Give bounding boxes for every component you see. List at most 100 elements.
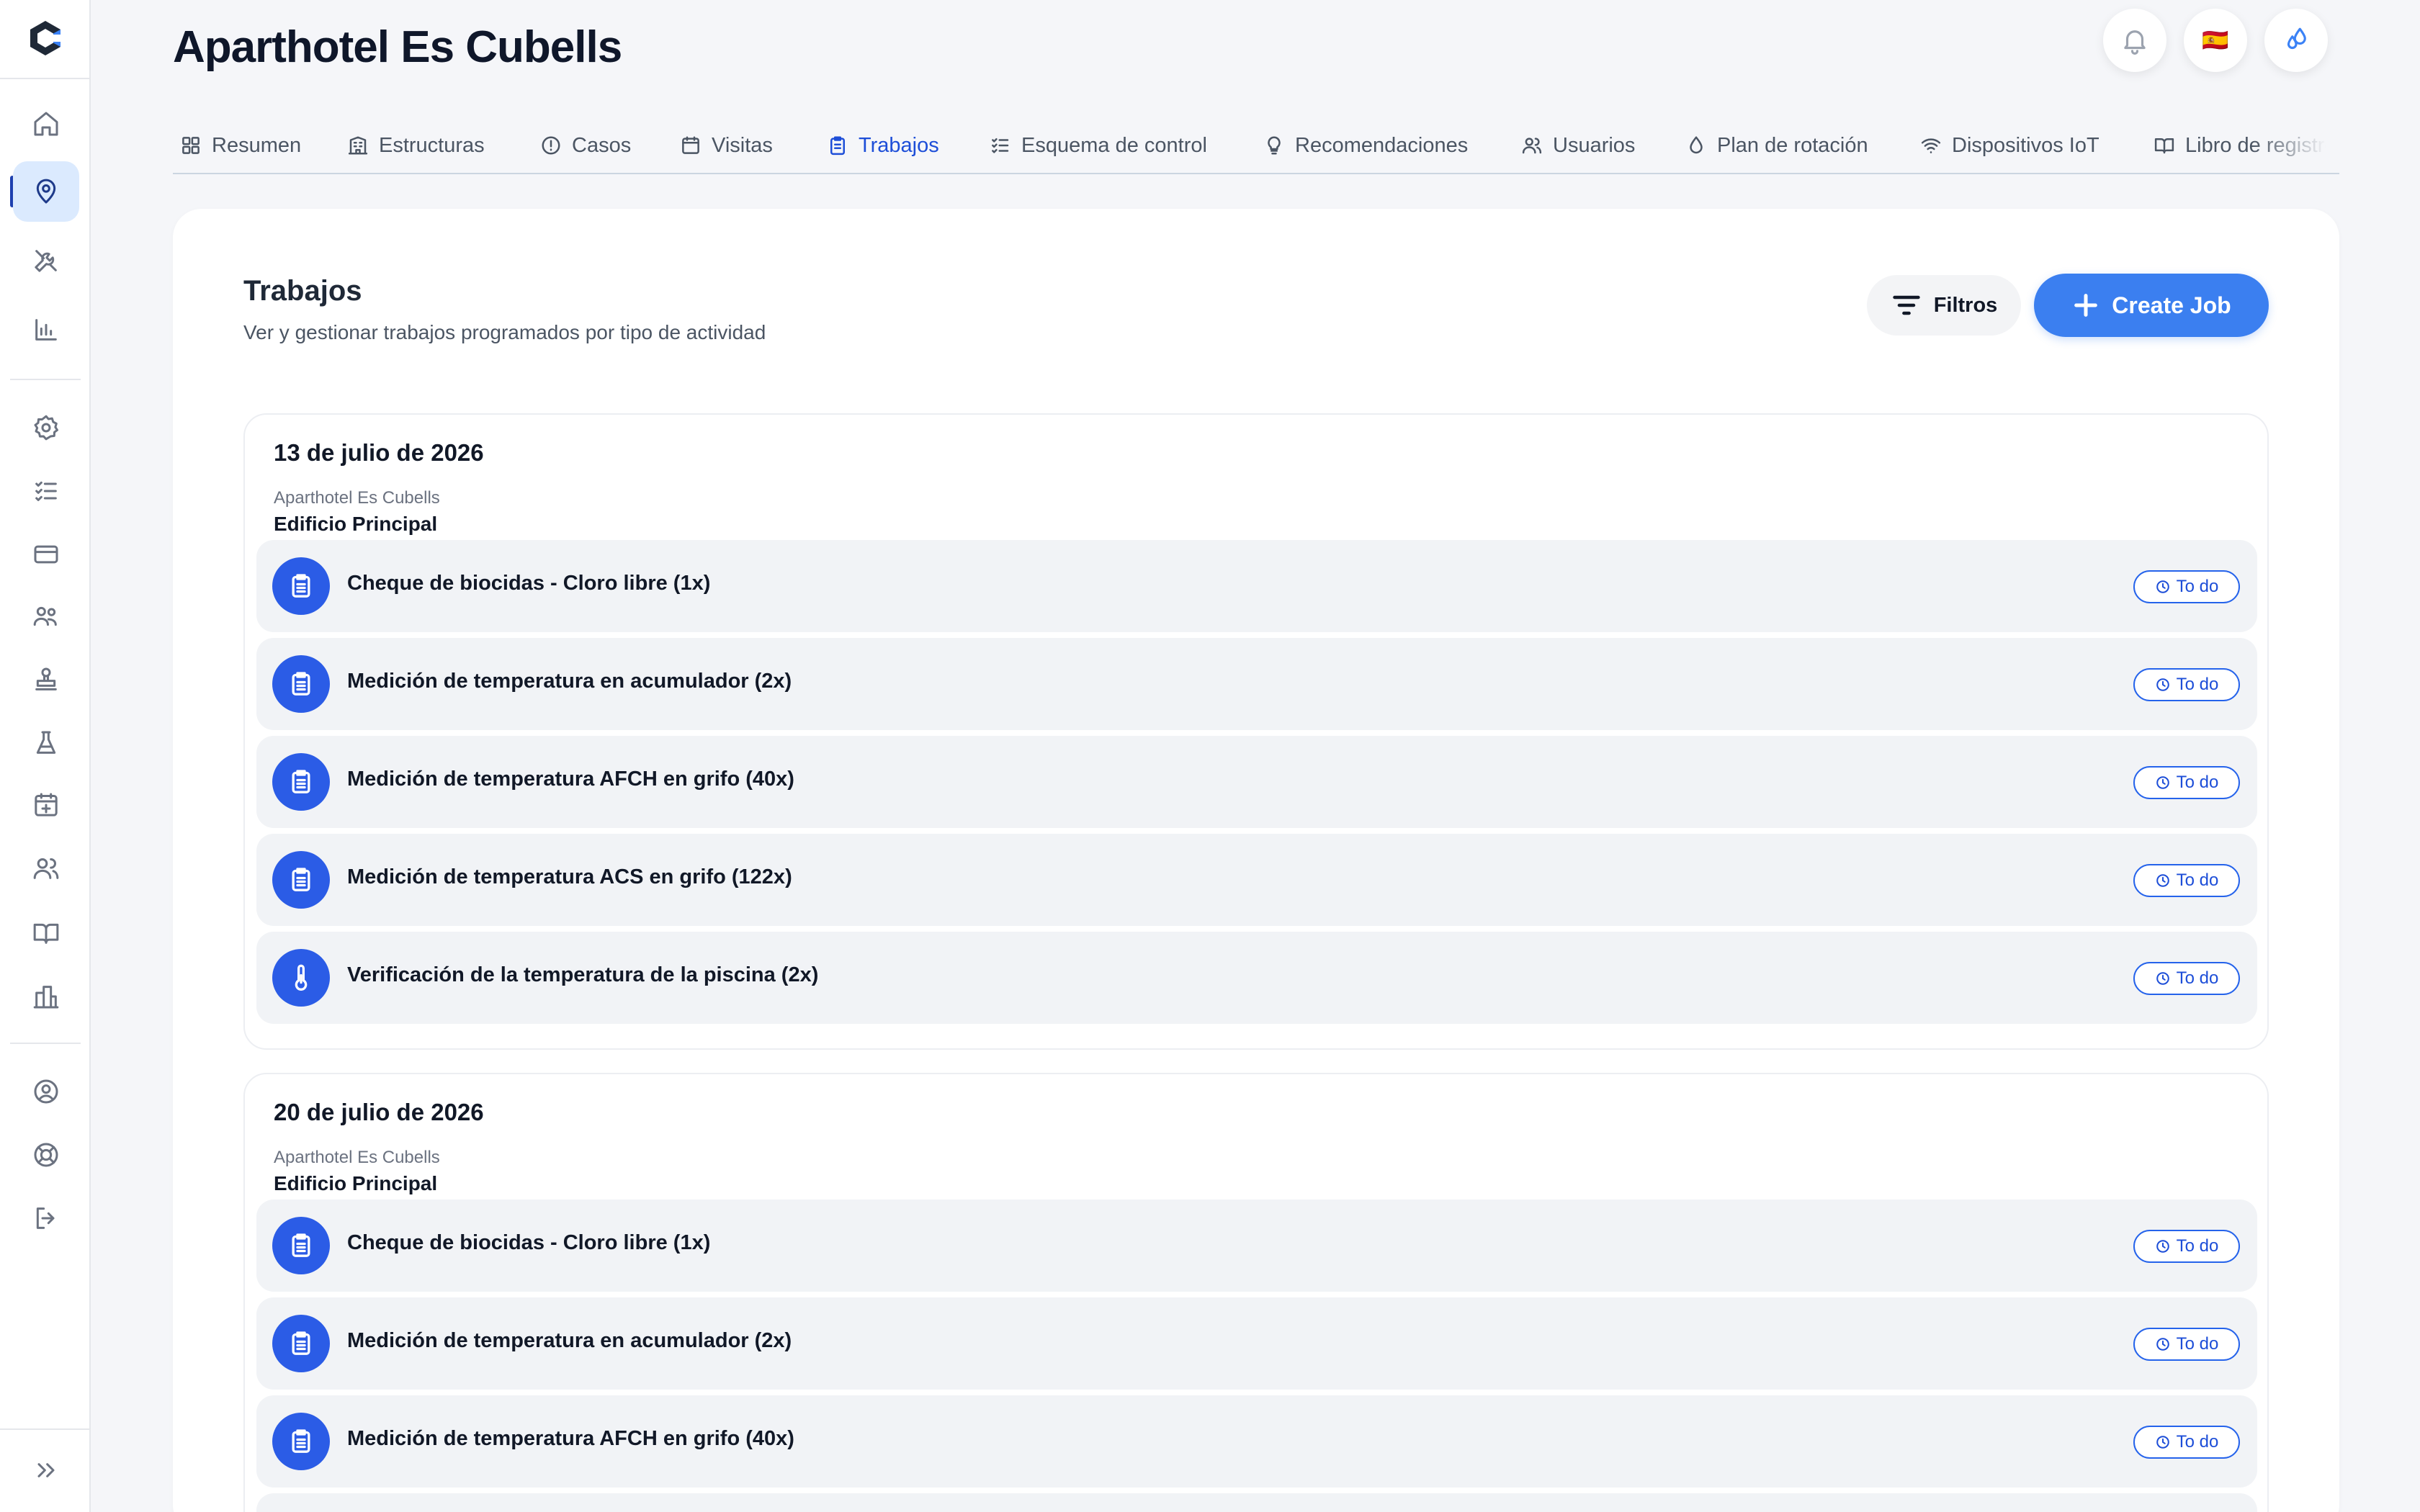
home-icon <box>34 112 58 136</box>
nav-profile[interactable] <box>13 1061 79 1122</box>
job-row[interactable]: Medición de temperatura AFCH en grifo (4… <box>256 736 2257 828</box>
status-badge[interactable]: To do <box>2133 766 2240 799</box>
tab-resumen[interactable]: Resumen <box>180 117 301 173</box>
checklist-icon <box>35 481 57 501</box>
group-organization: Aparthotel Es Cubells <box>274 488 440 508</box>
tab-estructuras[interactable]: Estructuras <box>347 117 485 173</box>
clipboard-icon <box>272 851 330 909</box>
tab-label: Visitas <box>712 133 773 157</box>
tab-usuarios[interactable]: Usuarios <box>1521 117 1636 173</box>
bell-icon <box>2124 30 2146 55</box>
status-badge[interactable]: To do <box>2133 1230 2240 1263</box>
nav-lab[interactable] <box>13 713 79 773</box>
job-row[interactable]: Cheque de biocidas - Cloro libre (1x) To… <box>256 540 2257 632</box>
plus-icon <box>2074 294 2098 317</box>
job-title: Medición de temperatura en acumulador (2… <box>347 670 792 693</box>
job-title: Medición de temperatura AFCH en grifo (4… <box>347 1427 794 1450</box>
group-organization: Aparthotel Es Cubells <box>274 1148 440 1167</box>
nav-billing[interactable] <box>13 524 79 585</box>
job-row[interactable]: Medición de temperatura en acumulador (2… <box>256 1297 2257 1390</box>
tab-label: Usuarios <box>1553 133 1636 157</box>
tab-casos[interactable]: Casos <box>540 117 632 173</box>
tab-visitas[interactable]: Visitas <box>680 117 773 173</box>
notifications-button[interactable] <box>2103 9 2166 72</box>
nav-tools[interactable] <box>13 230 79 291</box>
status-badge[interactable]: To do <box>2133 668 2240 701</box>
tab-plan-de-rotacion[interactable]: Plan de rotación <box>1685 117 1868 173</box>
create-job-button[interactable]: Create Job <box>2034 274 2269 337</box>
nav-logout[interactable] <box>13 1188 79 1248</box>
map-pin-icon <box>36 179 56 204</box>
divider <box>0 78 89 79</box>
language-button[interactable]: 🇪🇸 <box>2184 9 2247 72</box>
clipboard-icon <box>272 655 330 713</box>
tab-label: Esquema de control <box>1021 133 1207 157</box>
nav-home[interactable] <box>13 94 79 154</box>
nav-locations[interactable] <box>13 161 79 222</box>
nav-approvals[interactable] <box>13 649 79 710</box>
nav-planner[interactable] <box>13 775 79 835</box>
book-icon <box>2154 138 2174 154</box>
status-badge[interactable]: To do <box>2133 962 2240 995</box>
nav-teams[interactable] <box>13 586 79 647</box>
status-label: To do <box>2176 773 2219 792</box>
status-badge[interactable]: To do <box>2133 570 2240 603</box>
nav-support[interactable] <box>13 1125 79 1185</box>
spain-flag-icon: 🇪🇸 <box>2202 27 2229 53</box>
alert-circle-icon <box>542 136 560 155</box>
users-icon <box>33 858 59 879</box>
job-row[interactable]: Verificación de la temperatura de la pis… <box>256 932 2257 1024</box>
clock-icon <box>2156 1240 2169 1253</box>
clock-icon <box>2156 874 2169 887</box>
clock-icon <box>2156 972 2169 985</box>
create-job-label: Create Job <box>2112 292 2231 318</box>
status-badge[interactable]: To do <box>2133 1328 2240 1361</box>
lightbulb-icon <box>1268 136 1281 155</box>
nav-users[interactable] <box>13 838 79 899</box>
filter-button[interactable]: Filtros <box>1867 275 2021 336</box>
filter-icon <box>1892 295 1920 315</box>
sidebar <box>0 0 91 1512</box>
wifi-icon <box>1921 138 1941 153</box>
status-badge[interactable]: To do <box>2133 1426 2240 1459</box>
job-group: 20 de julio de 2026 Aparthotel Es Cubell… <box>243 1073 2269 1512</box>
job-row[interactable]: Medición de temperatura ACS en grifo (12… <box>256 834 2257 926</box>
clock-icon <box>2156 1338 2169 1351</box>
water-app-button[interactable] <box>2264 9 2328 72</box>
job-row[interactable]: Cheque de biocidas - Cloro libre (1x) To… <box>256 1200 2257 1292</box>
flask-icon <box>36 731 56 754</box>
tab-label: Libro de registro <box>2185 133 2336 157</box>
tab-trabajos[interactable]: Trabajos <box>827 117 939 173</box>
team-icon <box>33 606 57 626</box>
status-badge[interactable]: To do <box>2133 864 2240 897</box>
app-logo[interactable] <box>26 19 65 58</box>
tab-label: Plan de rotación <box>1717 133 1868 157</box>
tab-libro-de-registro[interactable]: Libro de registro <box>2154 117 2336 173</box>
job-group: 13 de julio de 2026 Aparthotel Es Cubell… <box>243 413 2269 1050</box>
jobs-panel: Trabajos Ver y gestionar trabajos progra… <box>173 209 2339 1512</box>
section-subtitle: Ver y gestionar trabajos programados por… <box>243 321 766 343</box>
nav-settings[interactable] <box>13 397 79 458</box>
nav-buildings[interactable] <box>13 966 79 1027</box>
job-row[interactable]: Medición de temperatura AFCH en grifo (4… <box>256 1395 2257 1488</box>
nav-checklists[interactable] <box>13 461 79 521</box>
job-row[interactable]: Medición de temperatura en acumulador (2… <box>256 638 2257 730</box>
calendar-plus-icon <box>35 793 58 816</box>
status-label: To do <box>2176 870 2219 890</box>
nav-analytics[interactable] <box>13 300 79 360</box>
tab-esquema-de-control[interactable]: Esquema de control <box>990 117 1207 173</box>
page-title: Aparthotel Es Cubells <box>173 22 622 72</box>
group-building: Edificio Principal <box>274 513 438 535</box>
section-title: Trabajos <box>243 275 362 307</box>
clock-icon <box>2156 678 2169 691</box>
nav-logbook[interactable] <box>13 903 79 963</box>
tab-dispositivos-iot[interactable]: Dispositivos IoT <box>1920 117 2099 173</box>
tab-label: Trabajos <box>859 133 939 157</box>
clock-icon <box>2156 776 2169 789</box>
tab-label: Recomendaciones <box>1295 133 1469 157</box>
job-row-partial[interactable] <box>256 1493 2257 1512</box>
divider <box>10 1043 81 1044</box>
tab-label: Casos <box>572 133 632 157</box>
sidebar-expand-button[interactable] <box>13 1440 79 1500</box>
tab-recomendaciones[interactable]: Recomendaciones <box>1263 117 1469 173</box>
